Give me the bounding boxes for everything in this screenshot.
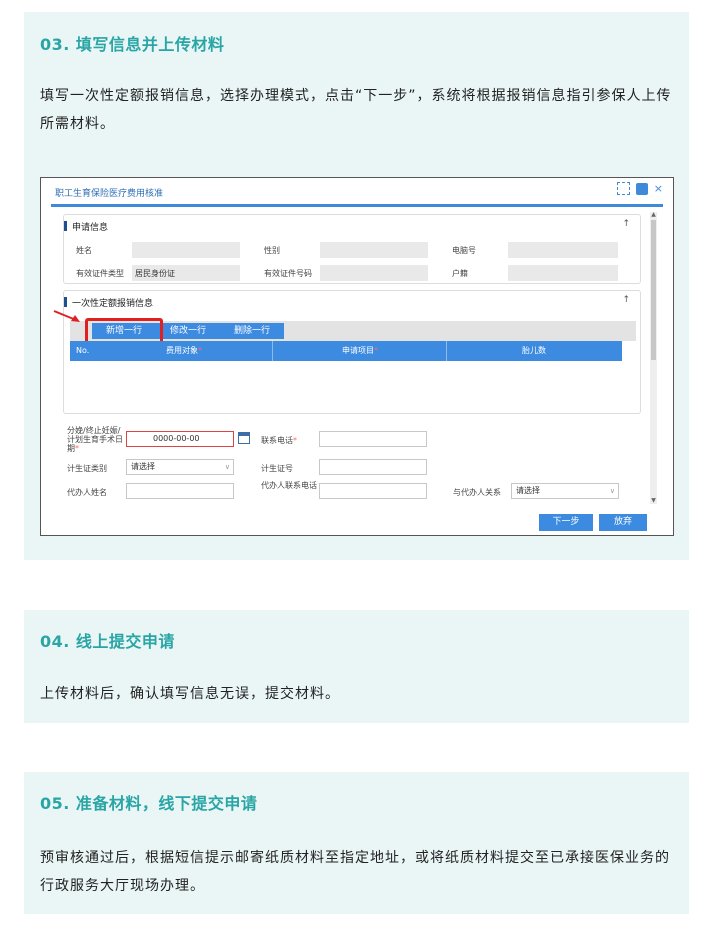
required-mark: * <box>374 346 378 355</box>
scrollbar[interactable]: ▲ ▼ <box>650 212 657 504</box>
date-input[interactable]: 0000-00-00 <box>126 431 234 447</box>
contact-input[interactable] <box>319 431 427 447</box>
scroll-up-icon[interactable]: ▲ <box>650 212 657 218</box>
required-mark: * <box>198 346 202 355</box>
section-marker <box>64 297 67 307</box>
id-type-field: 居民身份证 <box>132 265 240 281</box>
calendar-icon[interactable] <box>238 432 250 444</box>
relation-select[interactable]: 请选择 ∨ <box>511 483 619 499</box>
cert-no-label: 计生证号 <box>261 464 293 473</box>
phone-field <box>508 242 618 258</box>
section-header: 一次性定额报销信息 <box>64 297 154 309</box>
relation-label: 与代办人关系 <box>453 488 501 497</box>
id-type-value: 居民身份证 <box>135 269 175 278</box>
id-type-label: 有效证件类型 <box>76 269 124 278</box>
collapse-arrow-icon[interactable]: ↑ <box>622 219 630 229</box>
window-divider <box>51 204 663 207</box>
household-field <box>508 265 618 281</box>
contact-label: 联系电话* <box>261 435 297 446</box>
step3-text: 填写一次性定额报销信息，选择办理模式，点击“下一步”，系统将根据报销信息指引参保… <box>40 88 672 132</box>
date-label: 分娩/终止妊娠/计划生育手术日期* <box>67 426 127 453</box>
popout-icon[interactable] <box>635 182 648 195</box>
agent-phone-input[interactable] <box>319 483 427 499</box>
red-arrow-icon <box>53 310 80 322</box>
agent-name-input[interactable] <box>126 483 234 499</box>
lump-sum-section: 一次性定额报销信息 ↑ 新增一行 修改一行 删除一行 No. 费用对象* 申请项… <box>63 290 641 414</box>
chevron-down-icon: ∨ <box>224 463 230 471</box>
chevron-down-icon: ∨ <box>609 487 615 495</box>
section-header: 申请信息 <box>64 221 109 233</box>
step5-card: 05. 准备材料，线下提交申请 预审核通过后，根据短信提示邮寄纸质材料至指定地址… <box>24 772 689 914</box>
phone-label: 电脑号 <box>452 246 476 255</box>
name-label: 姓名 <box>76 246 92 255</box>
gender-label: 性别 <box>264 246 280 255</box>
column-divider <box>446 341 447 361</box>
window-title: 职工生育保险医疗费用核准 <box>55 189 164 199</box>
window-controls: × <box>616 182 663 195</box>
section-title: 一次性定额报销信息 <box>72 298 154 309</box>
system-screenshot: 职工生育保险医疗费用核准 × ▲ ▼ 申请信息 ↑ 姓名 性别 电脑号 有效证件… <box>40 177 674 536</box>
cert-type-value: 请选择 <box>131 462 155 471</box>
step3-title: 03. 填写信息并上传材料 <box>40 35 225 54</box>
col-count: 胎儿数 <box>522 346 546 355</box>
relation-value: 请选择 <box>516 486 540 495</box>
step4-card: 04. 线上提交申请 上传材料后，确认填写信息无误，提交材料。 <box>24 610 689 723</box>
scroll-down-icon[interactable]: ▼ <box>650 498 657 504</box>
contact-label-text: 联系电话 <box>261 436 293 445</box>
delete-row-button[interactable]: 删除一行 <box>220 323 284 339</box>
cert-no-input[interactable] <box>319 459 427 475</box>
grid-toolbar: 新增一行 修改一行 删除一行 <box>70 318 636 346</box>
required-mark: * <box>293 436 297 445</box>
agent-name-label: 代办人姓名 <box>67 488 107 497</box>
column-divider <box>272 341 273 361</box>
col-item-label: 申请项目 <box>342 346 374 355</box>
section-title: 申请信息 <box>72 222 109 233</box>
col-target: 费用对象* <box>166 341 202 361</box>
scroll-thumb[interactable] <box>651 220 656 360</box>
name-field <box>132 242 240 258</box>
section-marker <box>64 221 67 231</box>
step5-title: 05. 准备材料，线下提交申请 <box>40 794 258 813</box>
col-target-label: 费用对象 <box>166 346 198 355</box>
application-info-section: 申请信息 ↑ 姓名 性别 电脑号 有效证件类型 居民身份证 有效证件号码 户籍 <box>63 214 641 284</box>
step4-title: 04. 线上提交申请 <box>40 632 175 651</box>
edit-row-button[interactable]: 修改一行 <box>156 323 220 339</box>
id-no-field <box>320 265 428 281</box>
id-no-label: 有效证件号码 <box>264 269 312 278</box>
next-step-button[interactable]: 下一步 <box>539 514 593 531</box>
close-icon[interactable]: × <box>654 182 663 195</box>
step5-text: 预审核通过后，根据短信提示邮寄纸质材料至指定地址，或将纸质材料提交至已承接医保业… <box>40 850 670 894</box>
household-label: 户籍 <box>452 269 468 278</box>
grid-header: No. 费用对象* 申请项目* 胎儿数 <box>70 341 622 361</box>
collapse-arrow-icon[interactable]: ↑ <box>622 295 630 305</box>
cert-type-label: 计生证类别 <box>67 464 107 473</box>
expand-icon[interactable] <box>616 182 630 195</box>
cert-type-select[interactable]: 请选择 ∨ <box>126 459 234 475</box>
gender-field <box>320 242 428 258</box>
abandon-button[interactable]: 放弃 <box>599 514 647 531</box>
agent-phone-label: 代办人联系电话 <box>261 481 317 490</box>
col-no: No. <box>76 346 90 355</box>
step4-text: 上传材料后，确认填写信息无误，提交材料。 <box>40 686 340 702</box>
col-item: 申请项目* <box>342 341 378 361</box>
required-mark: * <box>75 444 79 453</box>
